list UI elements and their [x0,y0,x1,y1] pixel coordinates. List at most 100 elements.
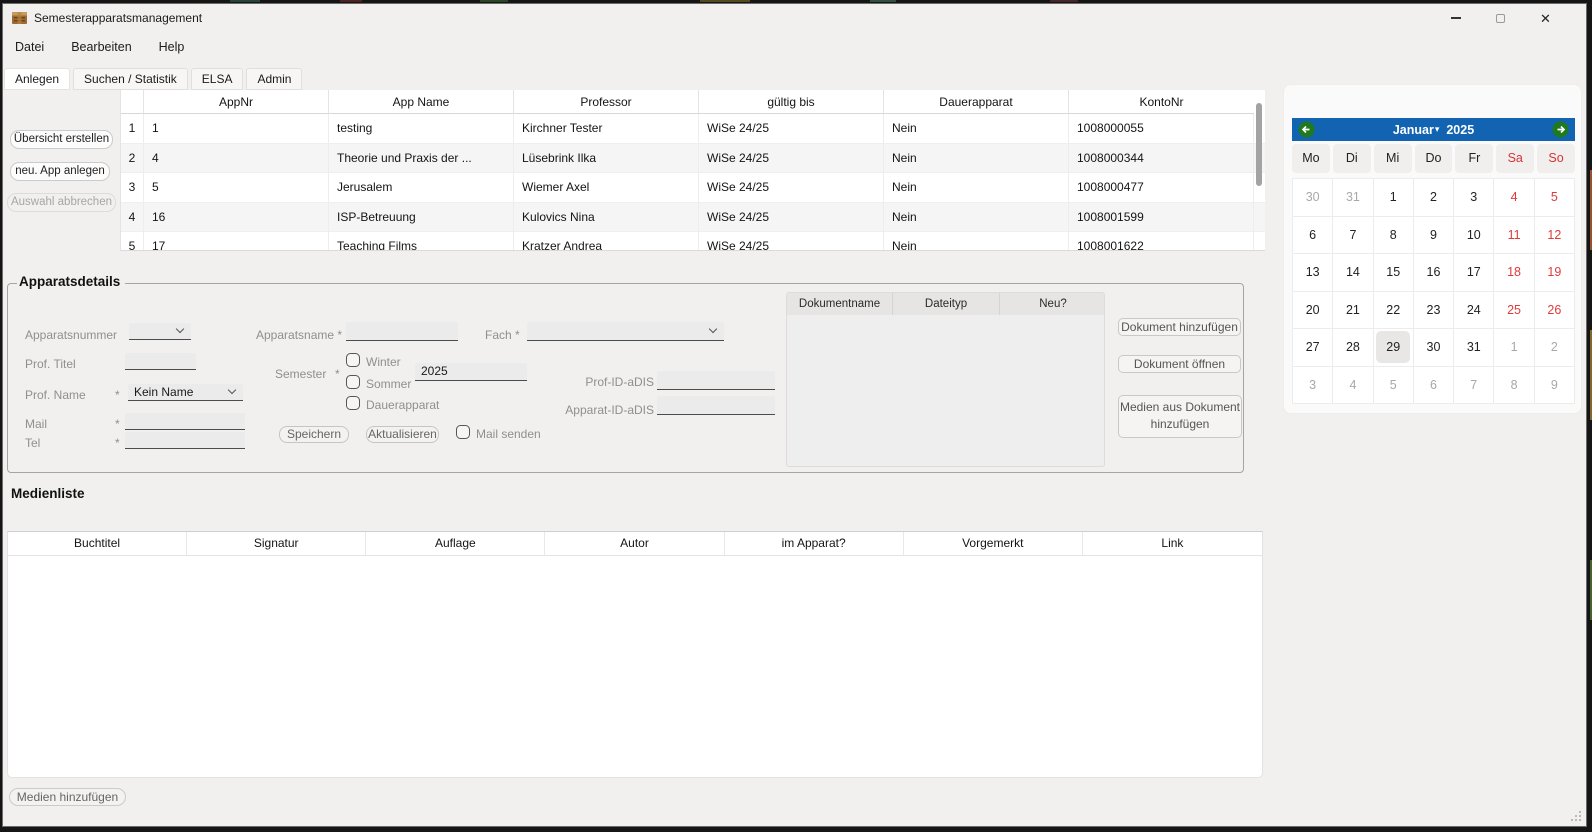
calendar-day[interactable]: 2 [1535,329,1575,367]
calendar-day[interactable]: 7 [1454,367,1494,405]
menubar: Datei Bearbeiten Help [15,40,184,54]
calendar-day[interactable]: 26 [1535,292,1575,330]
apparatsnummer-select[interactable] [129,323,191,340]
calendar-day[interactable]: 15 [1374,254,1414,292]
cell: 1008001599 [1069,203,1254,232]
calendar-day[interactable]: 6 [1293,217,1333,255]
uebersicht-erstellen-button[interactable]: Übersicht erstellen [10,130,113,149]
calendar-day[interactable]: 20 [1293,292,1333,330]
calendar-day[interactable]: 30 [1414,329,1454,367]
tab-suchen-statistik[interactable]: Suchen / Statistik [73,68,188,90]
calendar-year[interactable]: 2025 [1446,123,1474,137]
calendar-day[interactable]: 7 [1333,217,1373,255]
calendar-day[interactable]: 25 [1494,292,1534,330]
prof-titel-input[interactable] [125,353,196,370]
calendar-day[interactable]: 8 [1494,367,1534,405]
calendar-day[interactable]: 28 [1333,329,1373,367]
maximize-button[interactable] [1478,4,1523,32]
close-button[interactable]: ✕ [1523,4,1568,32]
menu-help[interactable]: Help [159,40,185,54]
dauerapparat-radio[interactable] [346,396,360,410]
sommer-radio[interactable] [346,375,360,389]
calendar-day[interactable]: 22 [1374,292,1414,330]
col-g-ltig-bis: gültig bis [699,90,884,114]
winter-radio[interactable] [346,353,360,367]
fach-select[interactable] [527,322,724,341]
weekday-mi: Mi [1374,144,1412,173]
neu-app-anlegen-button[interactable]: neu. App anlegen [10,162,110,181]
apparatsname-input[interactable] [346,322,458,341]
calendar-day[interactable]: 13 [1293,254,1333,292]
dokument-oeffnen-button[interactable]: Dokument öffnen [1118,355,1241,373]
apparatsnummer-label: Apparatsnummer [25,328,117,342]
calendar-day[interactable]: 3 [1293,367,1333,405]
chevron-down-icon [176,325,184,333]
medien-hinzufuegen-button[interactable]: Medien hinzufügen [9,788,126,806]
dokument-hinzufuegen-button[interactable]: Dokument hinzufügen [1118,318,1241,336]
calendar-day[interactable]: 4 [1333,367,1373,405]
table-row[interactable]: 24Theorie und Praxis der ...Lüsebrink Il… [121,144,1265,174]
calendar-day[interactable]: 29 [1374,329,1414,367]
tab-elsa[interactable]: ELSA [191,68,244,90]
calendar-day[interactable]: 1 [1374,179,1414,217]
apps-table-scrollbar[interactable] [1256,115,1262,250]
calendar-day[interactable]: 12 [1535,217,1575,255]
table-row[interactable]: 416ISP-BetreuungKulovics NinaWiSe 24/25N… [121,203,1265,233]
calendar-day[interactable]: 14 [1333,254,1373,292]
calendar-day[interactable]: 19 [1535,254,1575,292]
calendar-month[interactable]: Januar [1393,123,1434,137]
required-mark: * [115,436,120,450]
semester-year-input[interactable]: 2025 [415,363,527,381]
table-row[interactable]: 35JerusalemWiemer AxelWiSe 24/25Nein1008… [121,173,1265,203]
medien-aus-dokument-button[interactable]: Medien aus Dokument hinzufügen [1118,395,1242,438]
tel-input[interactable] [125,432,245,449]
apparatsdetails-group: Apparatsdetails Apparatsnummer Apparatsn… [7,283,1244,473]
calendar-day[interactable]: 9 [1535,367,1575,405]
scrollbar-thumb[interactable] [1256,103,1262,186]
calendar-prev-button[interactable] [1298,121,1315,138]
menu-bearbeiten[interactable]: Bearbeiten [71,40,131,54]
table-row[interactable]: 11testingKirchner TesterWiSe 24/25Nein10… [121,114,1265,144]
calendar-day[interactable]: 9 [1414,217,1454,255]
minimize-button[interactable] [1433,4,1478,32]
mail-input[interactable] [125,413,245,430]
calendar-day[interactable]: 8 [1374,217,1414,255]
prof-name-select[interactable]: Kein Name [128,384,243,401]
tab-admin[interactable]: Admin [246,68,302,90]
calendar-day[interactable]: 27 [1293,329,1333,367]
calendar-day[interactable]: 30 [1293,179,1333,217]
calendar-day[interactable]: 5 [1535,179,1575,217]
calendar-day[interactable]: 24 [1454,292,1494,330]
calendar-day[interactable]: 16 [1414,254,1454,292]
medienliste-header: BuchtitelSignaturAuflageAutorim Apparat?… [8,532,1262,556]
apparat-id-adis-input[interactable] [657,396,775,415]
cell: WiSe 24/25 [699,232,884,251]
table-row[interactable]: 517Teaching FilmsKratzer AndreaWiSe 24/2… [121,232,1265,251]
calendar-day[interactable]: 23 [1414,292,1454,330]
apparat-id-adis-label: Apparat-ID-aDIS [554,403,654,417]
calendar-day[interactable]: 18 [1494,254,1534,292]
calendar-day[interactable]: 2 [1414,179,1454,217]
calendar-next-button[interactable] [1552,121,1569,138]
calendar-day[interactable]: 6 [1414,367,1454,405]
weekday-sa: Sa [1496,144,1534,173]
menu-datei[interactable]: Datei [15,40,44,54]
aktualisieren-button[interactable]: Aktualisieren [366,426,439,443]
tab-anlegen[interactable]: Anlegen [4,68,70,90]
calendar-day[interactable]: 21 [1333,292,1373,330]
calendar-day[interactable]: 11 [1494,217,1534,255]
calendar-day[interactable]: 1 [1494,329,1534,367]
speichern-button[interactable]: Speichern [279,426,349,443]
mail-senden-radio[interactable] [456,425,470,439]
calendar-day[interactable]: 10 [1454,217,1494,255]
calendar-day[interactable]: 3 [1454,179,1494,217]
calendar-day[interactable]: 5 [1374,367,1414,405]
prof-id-adis-input[interactable] [657,371,775,390]
cell: Kulovics Nina [514,203,699,232]
calendar-day[interactable]: 4 [1494,179,1534,217]
calendar-day[interactable]: 31 [1454,329,1494,367]
calendar-day[interactable]: 31 [1333,179,1373,217]
cell: 1008000055 [1069,114,1254,143]
calendar-day[interactable]: 17 [1454,254,1494,292]
resize-grip[interactable] [1570,810,1582,822]
